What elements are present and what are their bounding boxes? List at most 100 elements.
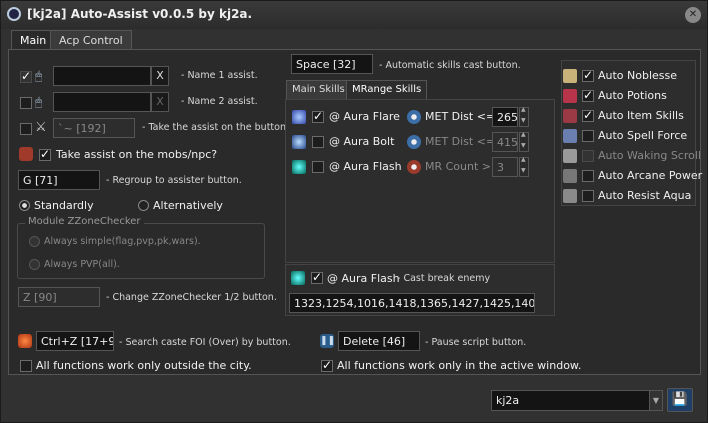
regroup-key-input[interactable]: G [71] — [18, 170, 100, 190]
outside-city-checkbox[interactable] — [20, 360, 32, 372]
mob-icon — [19, 147, 33, 161]
standardly-label: Standardly — [34, 199, 94, 212]
outside-city-label: All functions work only outside the city… — [36, 359, 252, 372]
always-pvp-label: Always PVP(all). — [44, 259, 120, 270]
option-checkbox[interactable] — [582, 130, 594, 142]
cast-break-label: - Cast break enemy — [397, 273, 491, 284]
tab-main-skills[interactable]: Main Skills — [286, 80, 351, 99]
standardly-radio[interactable] — [19, 200, 30, 211]
main-panel: 🖱 X - Name 1 assist. 🖱 X - Name 2 assist… — [8, 49, 703, 375]
always-simple-label: Always simple(flag,pvp,pk,wars). — [44, 236, 201, 247]
option-checkbox[interactable] — [582, 88, 594, 102]
pause-label: - Pause script button. — [425, 337, 527, 348]
option-icon — [563, 169, 577, 183]
alternatively-label: Alternatively — [153, 199, 223, 212]
alternatively-radio[interactable] — [138, 200, 149, 211]
option-label: Auto Resist Aqua — [598, 189, 692, 202]
name2-label: - Name 2 assist. — [181, 96, 258, 107]
always-pvp-radio[interactable] — [29, 259, 40, 270]
search-caste-icon — [18, 334, 32, 348]
app-icon — [7, 7, 21, 21]
option-icon — [563, 149, 577, 163]
skill-param-label: MET Dist <= — [425, 110, 496, 123]
skill-checkbox[interactable] — [312, 136, 324, 148]
pause-key-input[interactable]: Delete [46] — [338, 331, 420, 351]
chevron-down-icon[interactable]: ▼ — [649, 390, 663, 411]
target-icon — [407, 110, 421, 124]
skill-param-input[interactable]: 415 — [492, 132, 518, 152]
skill-param-input[interactable]: 3 — [492, 157, 518, 177]
option-icon — [563, 129, 577, 143]
search-caste-key-input[interactable]: Ctrl+Z [17+90] — [36, 331, 114, 351]
cast-break-checkbox[interactable] — [311, 270, 323, 284]
tab-mrange-skills[interactable]: MRange Skills — [346, 80, 428, 99]
close-button[interactable]: ✕ — [685, 7, 701, 23]
skill-param-spinner[interactable] — [519, 131, 529, 152]
skill-checkbox[interactable] — [312, 161, 324, 173]
active-window-checkbox[interactable] — [321, 358, 333, 372]
skill-param-spinner[interactable] — [519, 106, 529, 127]
skill-name: @ Aura Bolt — [329, 135, 395, 148]
zzone-label: - Change ZZoneChecker 1/2 button. — [106, 292, 277, 303]
skill-name: @ Aura Flare — [329, 110, 400, 123]
take-assist-label: - Take the assist on the button. — [142, 122, 290, 133]
tab-acp-control[interactable]: Acp Control — [50, 30, 132, 50]
swords-icon: ⚔ — [35, 120, 47, 135]
auto-cast-label: - Automatic skills cast button. — [379, 60, 521, 71]
name1-checkbox[interactable] — [20, 69, 32, 83]
option-icon — [563, 109, 577, 123]
option-label: Auto Potions — [598, 89, 667, 102]
option-label: Auto Waking Scroll — [598, 149, 701, 162]
app-window: [kj2a] Auto-Assist v0.0.5 by kj2a. ✕ Mai… — [0, 0, 708, 423]
skill-icon — [292, 135, 306, 149]
name2-input[interactable] — [53, 92, 151, 112]
skill-checkbox[interactable] — [312, 109, 324, 123]
skill-param-label: MR Count >= — [425, 160, 501, 173]
option-checkbox[interactable] — [582, 170, 594, 182]
always-simple-radio[interactable] — [29, 236, 40, 247]
skill-icon — [292, 160, 306, 174]
name2-clear-button[interactable]: X — [151, 92, 169, 112]
take-assist-checkbox[interactable] — [20, 123, 32, 135]
active-window-label: All functions work only in the active wi… — [337, 359, 582, 372]
zzone-group-title: Module ZZoneChecker — [25, 216, 144, 227]
option-icon — [563, 69, 577, 83]
skill-param-spinner[interactable] — [519, 156, 529, 177]
search-caste-label: - Search caste FOI (Over) by button. — [119, 337, 291, 348]
aura-flash-icon — [291, 271, 305, 285]
target-icon — [407, 160, 421, 174]
option-label: Auto Spell Force — [598, 129, 688, 142]
option-checkbox[interactable] — [582, 150, 594, 162]
target-icon — [407, 135, 421, 149]
profile-select[interactable]: kj2a — [491, 390, 651, 411]
option-label: Auto Item Skills — [598, 109, 684, 122]
save-icon[interactable]: 💾 — [667, 388, 693, 412]
name1-label: - Name 1 assist. — [181, 70, 258, 81]
regroup-label: - Regroup to assister button. — [106, 175, 242, 186]
zzone-group — [17, 223, 265, 279]
take-assist-key-input[interactable]: `~ [192] — [53, 118, 135, 138]
name1-clear-button[interactable]: X — [151, 66, 169, 86]
cast-break-skill-name: @ Aura Flash — [327, 272, 400, 285]
option-checkbox[interactable] — [582, 190, 594, 202]
tab-main[interactable]: Main — [11, 30, 56, 51]
mobs-label: Take assist on the mobs/npc? — [56, 148, 218, 161]
name2-checkbox[interactable] — [20, 97, 32, 109]
option-icon — [563, 89, 577, 103]
auto-cast-key-input[interactable]: Space [32] — [291, 54, 373, 74]
option-checkbox[interactable] — [582, 108, 594, 122]
skill-icon — [292, 110, 306, 124]
option-icon — [563, 189, 577, 203]
skill-param-label: MET Dist <= — [425, 135, 496, 148]
title-bar[interactable]: [kj2a] Auto-Assist v0.0.5 by kj2a. ✕ — [1, 1, 707, 29]
cast-break-ids-input[interactable]: 1323,1254,1016,1418,1365,1427,1425,1409 — [289, 293, 535, 313]
skill-name: @ Aura Flash — [329, 160, 402, 173]
name1-input[interactable] — [53, 66, 151, 86]
mobs-checkbox[interactable] — [39, 147, 51, 161]
option-label: Auto Arcane Power — [598, 169, 703, 182]
mouse-icon: 🖱 — [35, 95, 43, 109]
option-checkbox[interactable] — [582, 68, 594, 82]
skill-param-input[interactable]: 265 — [492, 107, 518, 127]
pause-icon: ❚❚ — [320, 334, 336, 348]
zzone-key-input[interactable]: Z [90] — [18, 287, 100, 307]
